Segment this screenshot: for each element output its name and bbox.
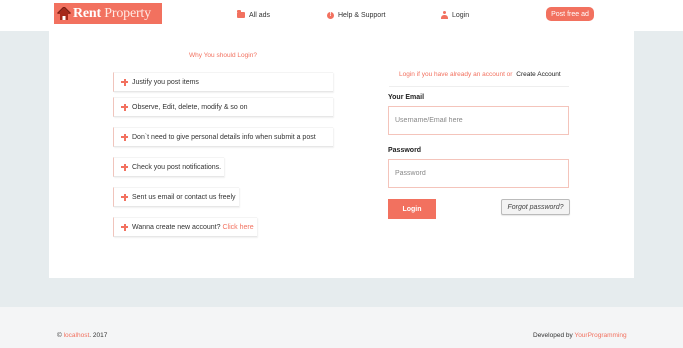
password-label: Password xyxy=(388,147,422,154)
forgot-password-button[interactable]: Forgot password? xyxy=(501,199,570,215)
developer-link[interactable]: YourProgramming xyxy=(574,332,626,339)
login-button[interactable]: Login xyxy=(388,199,436,219)
benefit-item: Don`t need to give personal details info… xyxy=(113,127,333,147)
post-free-ad-button[interactable]: Post free ad xyxy=(546,7,594,21)
nav-login[interactable]: Login xyxy=(441,9,469,21)
footer-site-link[interactable]: localhost xyxy=(64,332,90,339)
folder-open-icon xyxy=(237,10,245,18)
benefit-item: Sent us email or contact us freely xyxy=(113,187,239,207)
email-label: Your Email xyxy=(388,94,425,101)
benefit-item: Observe, Edit, delete, modify & so on xyxy=(113,97,333,117)
plus-icon xyxy=(121,163,128,171)
login-panel xyxy=(49,31,634,278)
nav-all-ads[interactable]: All ads xyxy=(237,9,270,21)
password-field[interactable] xyxy=(388,159,569,188)
nav-all-ads-label: All ads xyxy=(249,11,271,19)
create-account-link[interactable]: Create Account xyxy=(516,71,560,78)
benefit-item: Check you post notifications. xyxy=(113,157,224,177)
footer-credit: Developed by YourProgramming xyxy=(533,332,627,339)
developed-by-text: Developed by xyxy=(533,332,573,339)
site-logo[interactable]: Rent Property xyxy=(54,3,162,24)
login-hint-text: Login if you have already an account or xyxy=(399,71,513,78)
benefit-text: Check you post notifications. xyxy=(132,163,222,171)
login-hint: Login if you have already an account or … xyxy=(399,71,561,78)
house-icon xyxy=(57,6,71,20)
user-icon xyxy=(441,11,448,19)
copyright-symbol: © xyxy=(57,332,62,339)
benefit-text: Sent us email or contact us freely xyxy=(132,193,236,201)
nav-login-label: Login xyxy=(452,11,470,19)
footer-copyright: © localhost. 2017 xyxy=(57,332,107,339)
create-account-click-here-link[interactable]: Click here xyxy=(222,224,253,231)
benefit-text: Justify you post items xyxy=(132,78,199,86)
footer-year: . 2017 xyxy=(89,332,108,339)
why-login-title: Why You should Login? xyxy=(189,52,257,59)
benefit-item: Wanna create new account? Click here xyxy=(113,217,257,237)
logo-text: Rent Property xyxy=(73,5,151,21)
plus-icon xyxy=(121,133,128,141)
benefit-item: Justify you post items xyxy=(113,72,333,92)
plus-icon xyxy=(121,78,128,86)
nav-help-support[interactable]: ! Help & Support xyxy=(327,9,385,21)
benefit-text: Wanna create new account? xyxy=(132,223,221,231)
benefit-text: Don`t need to give personal details info… xyxy=(132,133,316,141)
email-field[interactable] xyxy=(388,106,569,135)
benefit-text: Observe, Edit, delete, modify & so on xyxy=(132,103,248,111)
divider xyxy=(389,86,569,87)
nav-help-support-label: Help & Support xyxy=(338,11,386,19)
footer xyxy=(0,307,683,348)
plus-icon xyxy=(121,103,128,111)
info-circle-icon: ! xyxy=(327,11,334,19)
plus-icon xyxy=(121,223,128,231)
plus-icon xyxy=(121,193,128,201)
top-navbar: Rent Property All ads ! Help & Support L… xyxy=(0,0,683,31)
